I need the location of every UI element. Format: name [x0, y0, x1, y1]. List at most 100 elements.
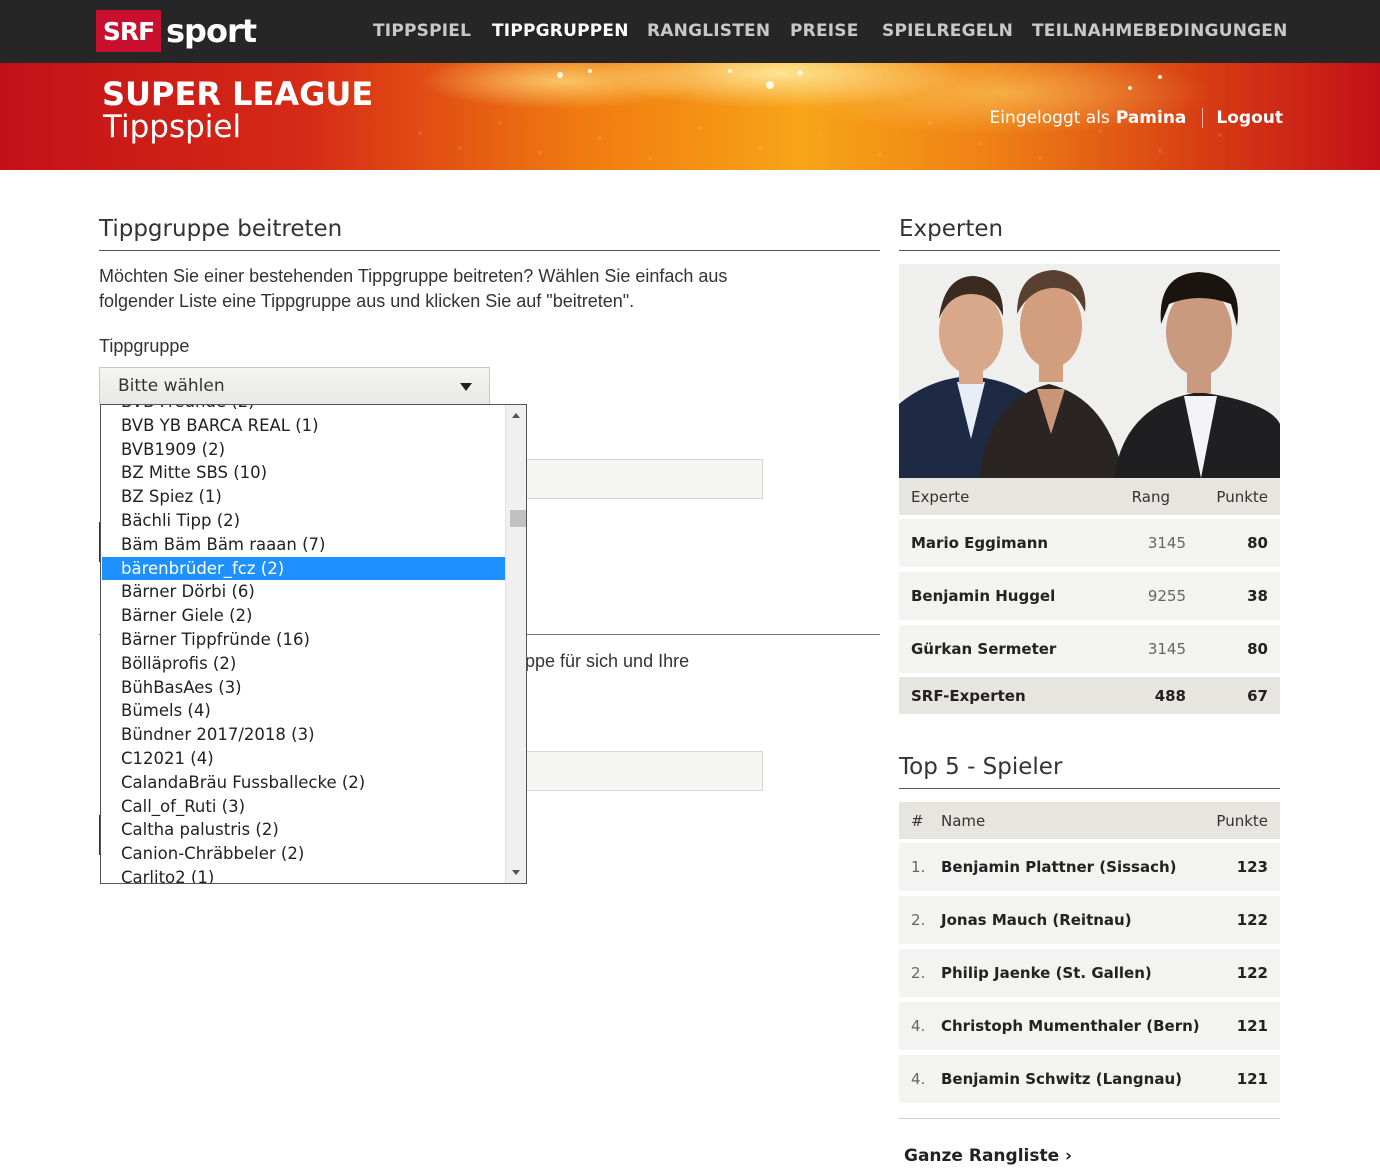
top5-table: # Name Punkte 1. Benjamin Plattner (Siss…: [899, 802, 1280, 1108]
experts-table-header: Experte Rang Punkte: [899, 478, 1280, 515]
experts-total-rank: 488: [1154, 686, 1186, 705]
expert-row: Benjamin Huggel 9255 38: [899, 572, 1280, 620]
nav-item-spielregeln[interactable]: SPIELREGELN: [882, 21, 1013, 41]
dropdown-option[interactable]: Bärner Dörbi (6): [102, 580, 505, 604]
tippgruppe-label: Tippgruppe: [99, 336, 190, 356]
expert-points: 38: [1247, 587, 1268, 605]
tippgruppe-dropdown-list[interactable]: BVB Freunde (2)BVB YB BARCA REAL (1)BVB1…: [100, 404, 527, 884]
experts-heading: Experten: [899, 216, 1004, 242]
dropdown-option[interactable]: Bärner Giele (2): [102, 604, 505, 628]
top5-row: 1. Benjamin Plattner (Sissach) 123: [899, 843, 1280, 891]
select-value: Bitte wählen: [118, 376, 225, 396]
dropdown-option[interactable]: Call_of_Ruti (3): [102, 795, 505, 819]
dropdown-option[interactable]: CalandaBräu Fussballecke (2): [102, 771, 505, 795]
expert-rank: 3145: [1147, 534, 1186, 552]
player-name: Jonas Mauch (Reitnau): [941, 911, 1132, 929]
expert-rank: 3145: [1147, 640, 1186, 658]
expert-name: Gürkan Sermeter: [911, 640, 1057, 658]
experts-total-row: SRF-Experten 488 67: [899, 677, 1280, 714]
player-points: 122: [1236, 911, 1268, 929]
expert-points: 80: [1247, 640, 1268, 658]
dropdown-options: BVB Freunde (2)BVB YB BARCA REAL (1)BVB1…: [102, 405, 505, 883]
username: Pamina: [1115, 108, 1187, 128]
expert-row: Gürkan Sermeter 3145 80: [899, 625, 1280, 673]
dropdown-option[interactable]: BZ Mitte SBS (10): [102, 461, 505, 485]
top5-row: 4. Benjamin Schwitz (Langnau) 121: [899, 1055, 1280, 1103]
create-intro-text: ppe für sich und Ihre: [525, 651, 690, 671]
player-name: Benjamin Plattner (Sissach): [941, 858, 1177, 876]
scrollbar-thumb[interactable]: [510, 510, 526, 527]
top5-heading-rule: [899, 788, 1280, 789]
player-position: 4.: [911, 1070, 926, 1088]
col-rang: Rang: [1131, 487, 1170, 506]
top5-row: 4. Christoph Mumenthaler (Bern) 121: [899, 1002, 1280, 1050]
dropdown-option[interactable]: Bärner Tippfründe (16): [102, 628, 505, 652]
nav-item-ranglisten[interactable]: RANGLISTEN: [647, 21, 770, 41]
caret-down-icon: [460, 383, 472, 391]
nav-item-teilnahmebedingungen[interactable]: TEILNAHMEBEDINGUNGEN: [1032, 21, 1288, 41]
top-navigation-bar: SRF sport TIPPSPIEL TIPPGRUPPEN RANGLIST…: [0, 0, 1380, 63]
nav-item-tippgruppen[interactable]: TIPPGRUPPEN: [492, 21, 629, 41]
player-name: Christoph Mumenthaler (Bern): [941, 1017, 1200, 1035]
player-name: Benjamin Schwitz (Langnau): [941, 1070, 1183, 1088]
player-points: 121: [1236, 1017, 1268, 1035]
col-name: Name: [941, 811, 986, 830]
scroll-up-arrow-icon[interactable]: [512, 413, 520, 418]
expert-row: Mario Eggimann 3145 80: [899, 519, 1280, 567]
expert-rank: 9255: [1147, 587, 1186, 605]
dropdown-option[interactable]: Carlito2 (1): [102, 866, 505, 883]
dropdown-option[interactable]: Bölläprofis (2): [102, 652, 505, 676]
dropdown-option[interactable]: BVB1909 (2): [102, 438, 505, 462]
dropdown-option[interactable]: Bümels (4): [102, 699, 505, 723]
join-intro-text: Möchten Sie einer bestehenden Tippgruppe…: [99, 266, 728, 311]
top5-row: 2. Jonas Mauch (Reitnau) 122: [899, 896, 1280, 944]
dropdown-scrollbar[interactable]: [505, 405, 526, 883]
player-points: 122: [1236, 964, 1268, 982]
dropdown-option[interactable]: Bündner 2017/2018 (3): [102, 723, 505, 747]
logout-link[interactable]: Logout: [1216, 108, 1283, 128]
experts-table: Experte Rang Punkte Mario Eggimann 3145 …: [899, 478, 1280, 714]
col-punkte: Punkte: [1216, 487, 1268, 506]
col-experte: Experte: [911, 487, 970, 506]
dropdown-option[interactable]: Canion-Chräbbeler (2): [102, 842, 505, 866]
col-punkte: Punkte: [1216, 811, 1268, 830]
top5-bottom-rule: [899, 1118, 1280, 1119]
super-league-banner: SUPER LEAGUE Tippspiel Eingeloggt als Pa…: [0, 63, 1380, 170]
player-name: Philip Jaenke (St. Gallen): [941, 964, 1152, 982]
top5-table-header: # Name Punkte: [899, 802, 1280, 839]
dropdown-option[interactable]: BZ Spiez (1): [102, 485, 505, 509]
experts-total-points: 67: [1247, 686, 1268, 705]
experts-photo-illustration: [899, 264, 1280, 478]
scroll-down-arrow-icon[interactable]: [512, 870, 520, 875]
dropdown-option[interactable]: Caltha palustris (2): [102, 818, 505, 842]
login-divider: [1202, 108, 1204, 128]
player-position: 2.: [911, 964, 926, 982]
player-points: 123: [1236, 858, 1268, 876]
tippgruppe-select[interactable]: Bitte wählen: [99, 367, 490, 405]
logo-srf-mark: SRF: [96, 10, 161, 52]
experts-total-name: SRF-Experten: [911, 686, 1026, 705]
expert-name: Benjamin Huggel: [911, 587, 1056, 605]
srf-sport-logo[interactable]: SRF sport: [96, 10, 257, 52]
nav-item-tippspiel[interactable]: TIPPSPIEL: [373, 21, 471, 41]
experts-heading-rule: [899, 250, 1280, 251]
top5-heading: Top 5 - Spieler: [899, 754, 1063, 780]
join-group-heading: Tippgruppe beitreten: [99, 216, 343, 242]
player-position: 1.: [911, 858, 926, 876]
logo-sport-text: sport: [166, 12, 257, 50]
dropdown-option[interactable]: C12021 (4): [102, 747, 505, 771]
dropdown-option[interactable]: Bäm Bäm Bäm raaan (7): [102, 533, 505, 557]
player-points: 121: [1236, 1070, 1268, 1088]
nav-item-preise[interactable]: PREISE: [790, 21, 859, 41]
banner-subtitle: Tippspiel: [103, 109, 242, 145]
dropdown-option[interactable]: BVB YB BARCA REAL (1): [102, 414, 505, 438]
banner-title: SUPER LEAGUE: [102, 75, 374, 113]
player-position: 4.: [911, 1017, 926, 1035]
login-info: Eingeloggt als Pamina Logout: [990, 108, 1283, 128]
expert-points: 80: [1247, 534, 1268, 552]
dropdown-option[interactable]: Bächli Tipp (2): [102, 509, 505, 533]
dropdown-option[interactable]: BVB Freunde (2): [102, 405, 505, 414]
dropdown-option[interactable]: BühBasAes (3): [102, 676, 505, 700]
full-ranking-link[interactable]: Ganze Rangliste ›: [904, 1146, 1072, 1166]
dropdown-option[interactable]: bärenbrüder_fcz (2): [102, 556, 505, 581]
